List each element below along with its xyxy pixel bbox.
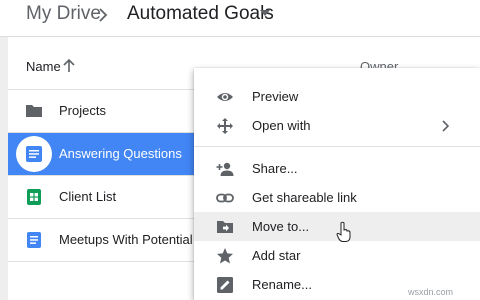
- menu-item-label: Get shareable link: [252, 190, 357, 205]
- rename-icon: [217, 277, 233, 293]
- file-row-projects[interactable]: Projects: [8, 90, 198, 132]
- menu-item-label: Share...: [252, 161, 298, 176]
- menu-item-label: Rename...: [252, 277, 312, 292]
- column-name-sort[interactable]: Name: [26, 59, 61, 74]
- menu-item-share[interactable]: Share...: [194, 154, 480, 183]
- menu-item-label: Preview: [252, 89, 299, 104]
- menu-item-get-link[interactable]: Get shareable link: [194, 183, 480, 212]
- doc-icon: [27, 232, 41, 248]
- chevron-right-icon: [99, 8, 108, 22]
- context-menu: Preview Open with Share... Get shareable…: [194, 68, 480, 300]
- breadcrumb-my-drive[interactable]: My Drive: [26, 3, 101, 25]
- file-name: Meetups With Potential Cl: [59, 232, 209, 247]
- chevron-right-icon: [442, 120, 450, 132]
- star-icon: [217, 248, 233, 264]
- top-bar: My Drive Automated Goals: [0, 0, 480, 34]
- eye-icon: [217, 93, 233, 101]
- breadcrumb-current-folder[interactable]: Automated Goals: [127, 3, 274, 25]
- selected-indicator: [16, 136, 52, 172]
- watermark-text: wsxdn.com: [408, 287, 454, 297]
- file-name: Answering Questions: [59, 146, 182, 161]
- hand-cursor-icon: [336, 221, 351, 242]
- link-icon: [216, 193, 234, 203]
- menu-item-label: Open with: [252, 118, 311, 133]
- person-add-icon: [216, 162, 234, 176]
- move-folder-icon: [217, 221, 233, 233]
- sheet-icon: [27, 189, 41, 205]
- caret-down-icon[interactable]: [258, 6, 272, 20]
- menu-item-add-star[interactable]: Add star: [194, 241, 480, 270]
- doc-icon: [26, 146, 42, 162]
- arrow-up-icon[interactable]: [62, 58, 76, 74]
- file-row-meetups[interactable]: Meetups With Potential Cl: [8, 219, 209, 261]
- file-name: Client List: [59, 189, 117, 204]
- menu-item-label: Add star: [252, 248, 301, 263]
- menu-item-label: Move to...: [252, 219, 310, 234]
- menu-item-preview[interactable]: Preview: [194, 82, 480, 111]
- folder-icon: [26, 105, 42, 117]
- left-gutter: [0, 37, 8, 300]
- file-name: Projects: [59, 103, 106, 118]
- menu-divider: [194, 146, 480, 147]
- open-with-icon: [217, 118, 233, 134]
- file-row-answering-questions[interactable]: Answering Questions: [8, 133, 198, 175]
- file-row-client-list[interactable]: Client List: [8, 176, 198, 218]
- menu-item-open-with[interactable]: Open with: [194, 111, 480, 140]
